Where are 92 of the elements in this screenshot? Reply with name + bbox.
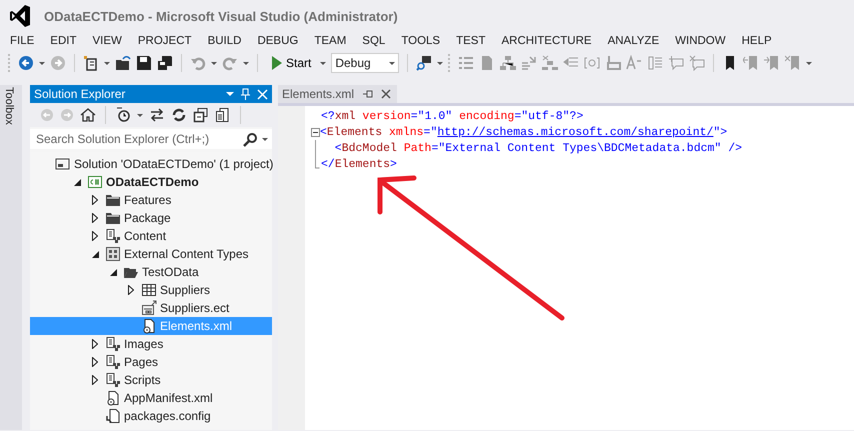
menu-item[interactable]: BUILD [202, 35, 248, 47]
toolbox-tab[interactable]: Toolbox [0, 85, 18, 127]
grid-icon [105, 246, 121, 262]
module-icon [105, 228, 121, 244]
tree-item[interactable]: Scripts [30, 371, 272, 389]
folder-icon [105, 210, 121, 226]
menu-item[interactable]: EDIT [44, 35, 82, 47]
dropdown-icon[interactable] [806, 62, 812, 64]
open-folder-icon[interactable] [115, 55, 131, 71]
entity-file-icon [141, 300, 157, 316]
collapse-arrow-icon[interactable] [92, 250, 98, 258]
tree-item[interactable]: Suppliers.ect [30, 299, 272, 317]
expand-arrow-icon[interactable] [92, 195, 98, 205]
history-icon[interactable] [115, 107, 131, 123]
start-button[interactable]: Start [266, 53, 316, 73]
dropdown-icon[interactable] [320, 62, 326, 64]
tree-item[interactable]: Content [30, 227, 272, 245]
dropdown-icon[interactable] [104, 62, 110, 64]
tree-item[interactable]: packages.config [30, 407, 272, 425]
menu-item[interactable]: SQL [356, 35, 392, 47]
collapse-arrow-icon[interactable] [110, 268, 116, 276]
menu-item[interactable]: TEAM [308, 35, 352, 47]
tree-item[interactable]: TestOData [30, 263, 272, 281]
menu-item[interactable]: HELP [736, 35, 778, 47]
config-file-icon [105, 408, 121, 424]
tree-item[interactable]: External Content Types [30, 245, 272, 263]
tree-item[interactable]: Images [30, 335, 272, 353]
document-tab[interactable]: Elements.xml [278, 85, 398, 103]
code-line: <Elements xmlns="http://schemas.microsoft.com/sharepoint/"> [320, 124, 728, 140]
sync-icon[interactable] [149, 107, 165, 123]
expand-arrow-icon[interactable] [92, 375, 98, 385]
dropdown-icon[interactable] [211, 62, 217, 64]
code-line: <?xml version="1.0" encoding="utf-8"?> [321, 108, 584, 124]
dropdown-icon[interactable] [389, 62, 396, 64]
menu-item[interactable]: TOOLS [395, 35, 446, 47]
menu-item[interactable]: DEBUG [251, 35, 304, 47]
collapse-arrow-icon[interactable] [74, 178, 80, 186]
tree-item[interactable]: Pages [30, 353, 272, 371]
find-icon[interactable] [416, 55, 432, 71]
xml-file-icon [105, 390, 121, 406]
refresh-icon[interactable] [171, 107, 187, 123]
save-all-icon[interactable] [157, 55, 173, 71]
tree-item[interactable]: AppManifest.xml [30, 389, 272, 407]
dropdown-icon[interactable] [226, 92, 234, 96]
menu-item[interactable]: VIEW [86, 35, 128, 47]
back-icon[interactable] [18, 55, 34, 71]
code-line: <BdcModel Path="External Content Types\BDCMetadata.bdcm" /> [334, 140, 742, 156]
window-title: ODataECTDemo - Microsoft Visual Studio (Administrator) [44, 8, 398, 24]
close-icon[interactable] [381, 89, 392, 99]
expand-arrow-icon[interactable] [92, 231, 98, 241]
play-icon [270, 55, 282, 71]
csharp-icon [87, 174, 103, 190]
dropdown-icon[interactable] [437, 62, 444, 64]
collapse-all-icon[interactable] [193, 107, 209, 123]
pin-icon[interactable] [362, 89, 374, 99]
tree-item[interactable]: ODataECTDemo [30, 173, 272, 191]
expand-arrow-icon[interactable] [92, 357, 98, 367]
module-icon [105, 372, 121, 388]
visual-studio-logo-icon [10, 4, 30, 28]
xml-file-icon [141, 318, 157, 334]
menu-item[interactable]: WINDOW [669, 35, 732, 47]
expand-arrow-icon[interactable] [92, 339, 98, 349]
dropdown-icon[interactable] [262, 138, 268, 140]
tree-item[interactable]: Features [30, 191, 272, 209]
home-icon[interactable] [80, 107, 96, 123]
solution-icon [55, 156, 71, 172]
expand-arrow-icon[interactable] [128, 285, 134, 295]
configuration-dropdown[interactable]: Debug [331, 53, 400, 73]
menu-item[interactable]: FILE [4, 35, 40, 47]
save-icon[interactable] [136, 55, 152, 71]
panel-title: Solution Explorer [34, 87, 126, 101]
expand-arrow-icon[interactable] [92, 213, 98, 223]
code-line: </Elements> [321, 156, 397, 172]
folder-icon [105, 192, 121, 208]
menu-item[interactable]: PROJECT [132, 35, 198, 47]
properties-icon[interactable] [215, 107, 231, 123]
dropdown-icon[interactable] [39, 62, 45, 64]
new-project-icon[interactable] [83, 55, 99, 71]
table-icon [141, 282, 157, 298]
dropdown-icon[interactable] [137, 114, 143, 116]
collapse-icon[interactable] [311, 128, 320, 136]
tree-item[interactable]: Suppliers [30, 281, 272, 299]
search-icon[interactable] [243, 132, 258, 146]
menu-item[interactable]: ARCHITECTURE [495, 35, 598, 47]
module-icon [105, 336, 121, 352]
tree-item[interactable]: Package [30, 209, 272, 227]
menu-item[interactable]: TEST [450, 35, 492, 47]
search-field[interactable]: Search Solution Explorer (Ctrl+;) [30, 129, 272, 149]
module-icon [105, 354, 121, 370]
menu-item[interactable]: ANALYZE [602, 35, 666, 47]
dropdown-icon[interactable] [243, 62, 249, 64]
tree-item[interactable]: Solution 'ODataECTDemo' (1 project) [30, 155, 272, 173]
